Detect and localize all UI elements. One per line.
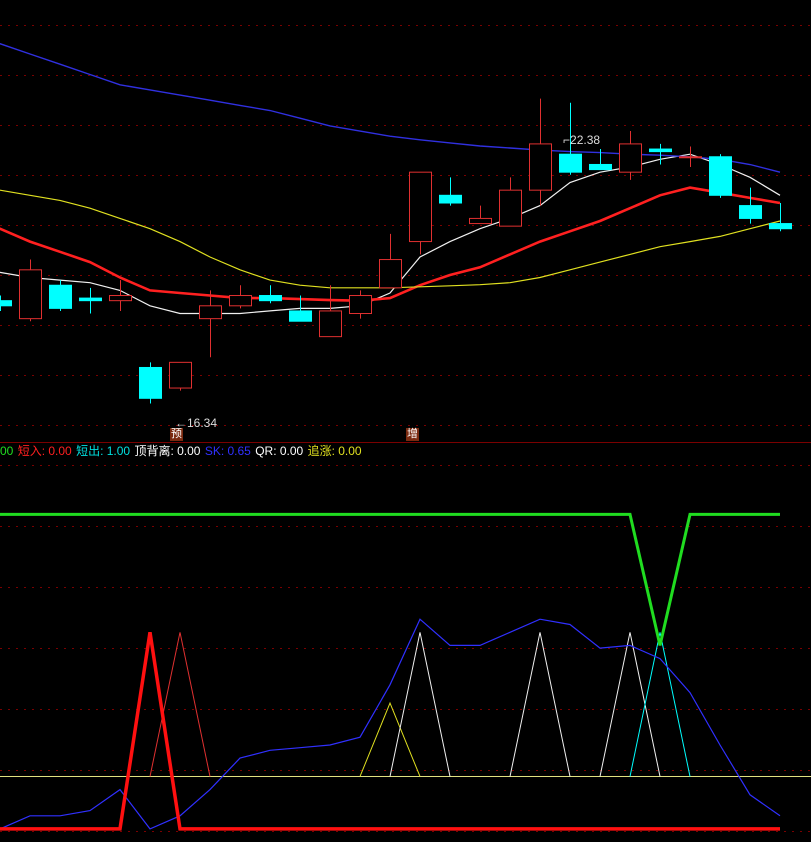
candle-body xyxy=(349,295,372,315)
candle xyxy=(529,98,552,206)
indicator-spike-white xyxy=(509,632,571,777)
candle xyxy=(379,233,402,289)
indicator-spike-white xyxy=(389,632,451,777)
candle-body xyxy=(679,156,702,159)
indicator-spike-red_thin xyxy=(149,632,211,777)
candle xyxy=(139,362,162,404)
candle-body xyxy=(409,171,432,243)
indicator-value-short-in: 短入: 0.00 xyxy=(17,444,72,458)
candle xyxy=(259,285,282,304)
candle xyxy=(439,177,462,206)
candle-body xyxy=(589,163,612,171)
candle-body xyxy=(0,300,12,307)
indicator-value-chase: 追涨: 0.00 xyxy=(307,444,362,458)
high-arrow-icon: ⌐ xyxy=(563,133,571,147)
tag-yu: 预 xyxy=(170,428,183,441)
indicator-panel xyxy=(0,512,811,831)
indicator-value-short-out: 短出: 1.00 xyxy=(76,444,131,458)
candle xyxy=(109,280,132,311)
candle-body xyxy=(469,217,492,225)
candle-body xyxy=(79,297,102,302)
candle xyxy=(319,285,342,338)
candle xyxy=(349,290,372,319)
candles xyxy=(0,98,792,404)
candle-body xyxy=(199,305,222,320)
candle xyxy=(409,171,432,255)
indicator-spike-yellow xyxy=(359,701,421,777)
indicator-line-blue xyxy=(0,618,781,830)
candle-body xyxy=(769,223,792,230)
indicator-spike-cyan xyxy=(629,632,691,777)
indicator-info-bar: 00 短入: 0.00 短出: 1.00 顶背离: 0.00 SK: 0.65 … xyxy=(0,443,811,460)
candle-body xyxy=(139,366,162,399)
candle-body xyxy=(499,189,522,227)
candle-body xyxy=(109,295,132,302)
candle-body xyxy=(289,310,312,322)
candle-body xyxy=(739,205,762,219)
candle-body xyxy=(379,259,402,289)
candle-body xyxy=(439,194,462,204)
candle-body xyxy=(19,269,42,320)
candle-body xyxy=(169,361,192,389)
indicator-value-top-divergence: 顶背离: 0.00 xyxy=(134,444,201,458)
candle xyxy=(739,187,762,224)
candle-body xyxy=(529,143,552,191)
candle xyxy=(229,285,252,309)
candle-body xyxy=(49,284,72,309)
indicator-line-green xyxy=(0,512,780,646)
candle xyxy=(199,290,222,358)
candle xyxy=(49,280,72,311)
high-price-label: ⌐22.38 xyxy=(563,133,601,147)
candle xyxy=(79,287,102,314)
candle xyxy=(679,146,702,168)
candle-body xyxy=(229,295,252,307)
tag-zeng: 增 xyxy=(406,428,419,441)
candle xyxy=(619,131,642,180)
candle-body xyxy=(259,295,282,302)
indicator-spike-white xyxy=(599,632,661,777)
indicator-value-qr: QR: 0.00 xyxy=(255,444,304,458)
candle-body xyxy=(559,153,582,173)
candle xyxy=(499,177,522,227)
indicator-value-0: 00 xyxy=(0,444,14,458)
candle-body xyxy=(619,143,642,173)
candle xyxy=(0,295,12,311)
candle xyxy=(769,203,792,232)
candle-body xyxy=(649,148,672,153)
candle-body xyxy=(709,156,732,196)
stock-chart[interactable] xyxy=(0,0,811,842)
candle xyxy=(469,205,492,225)
candle-body xyxy=(319,310,342,338)
indicator-value-sk: SK: 0.65 xyxy=(204,444,251,458)
candle xyxy=(169,361,192,391)
candle xyxy=(709,154,732,198)
candle xyxy=(19,259,42,322)
